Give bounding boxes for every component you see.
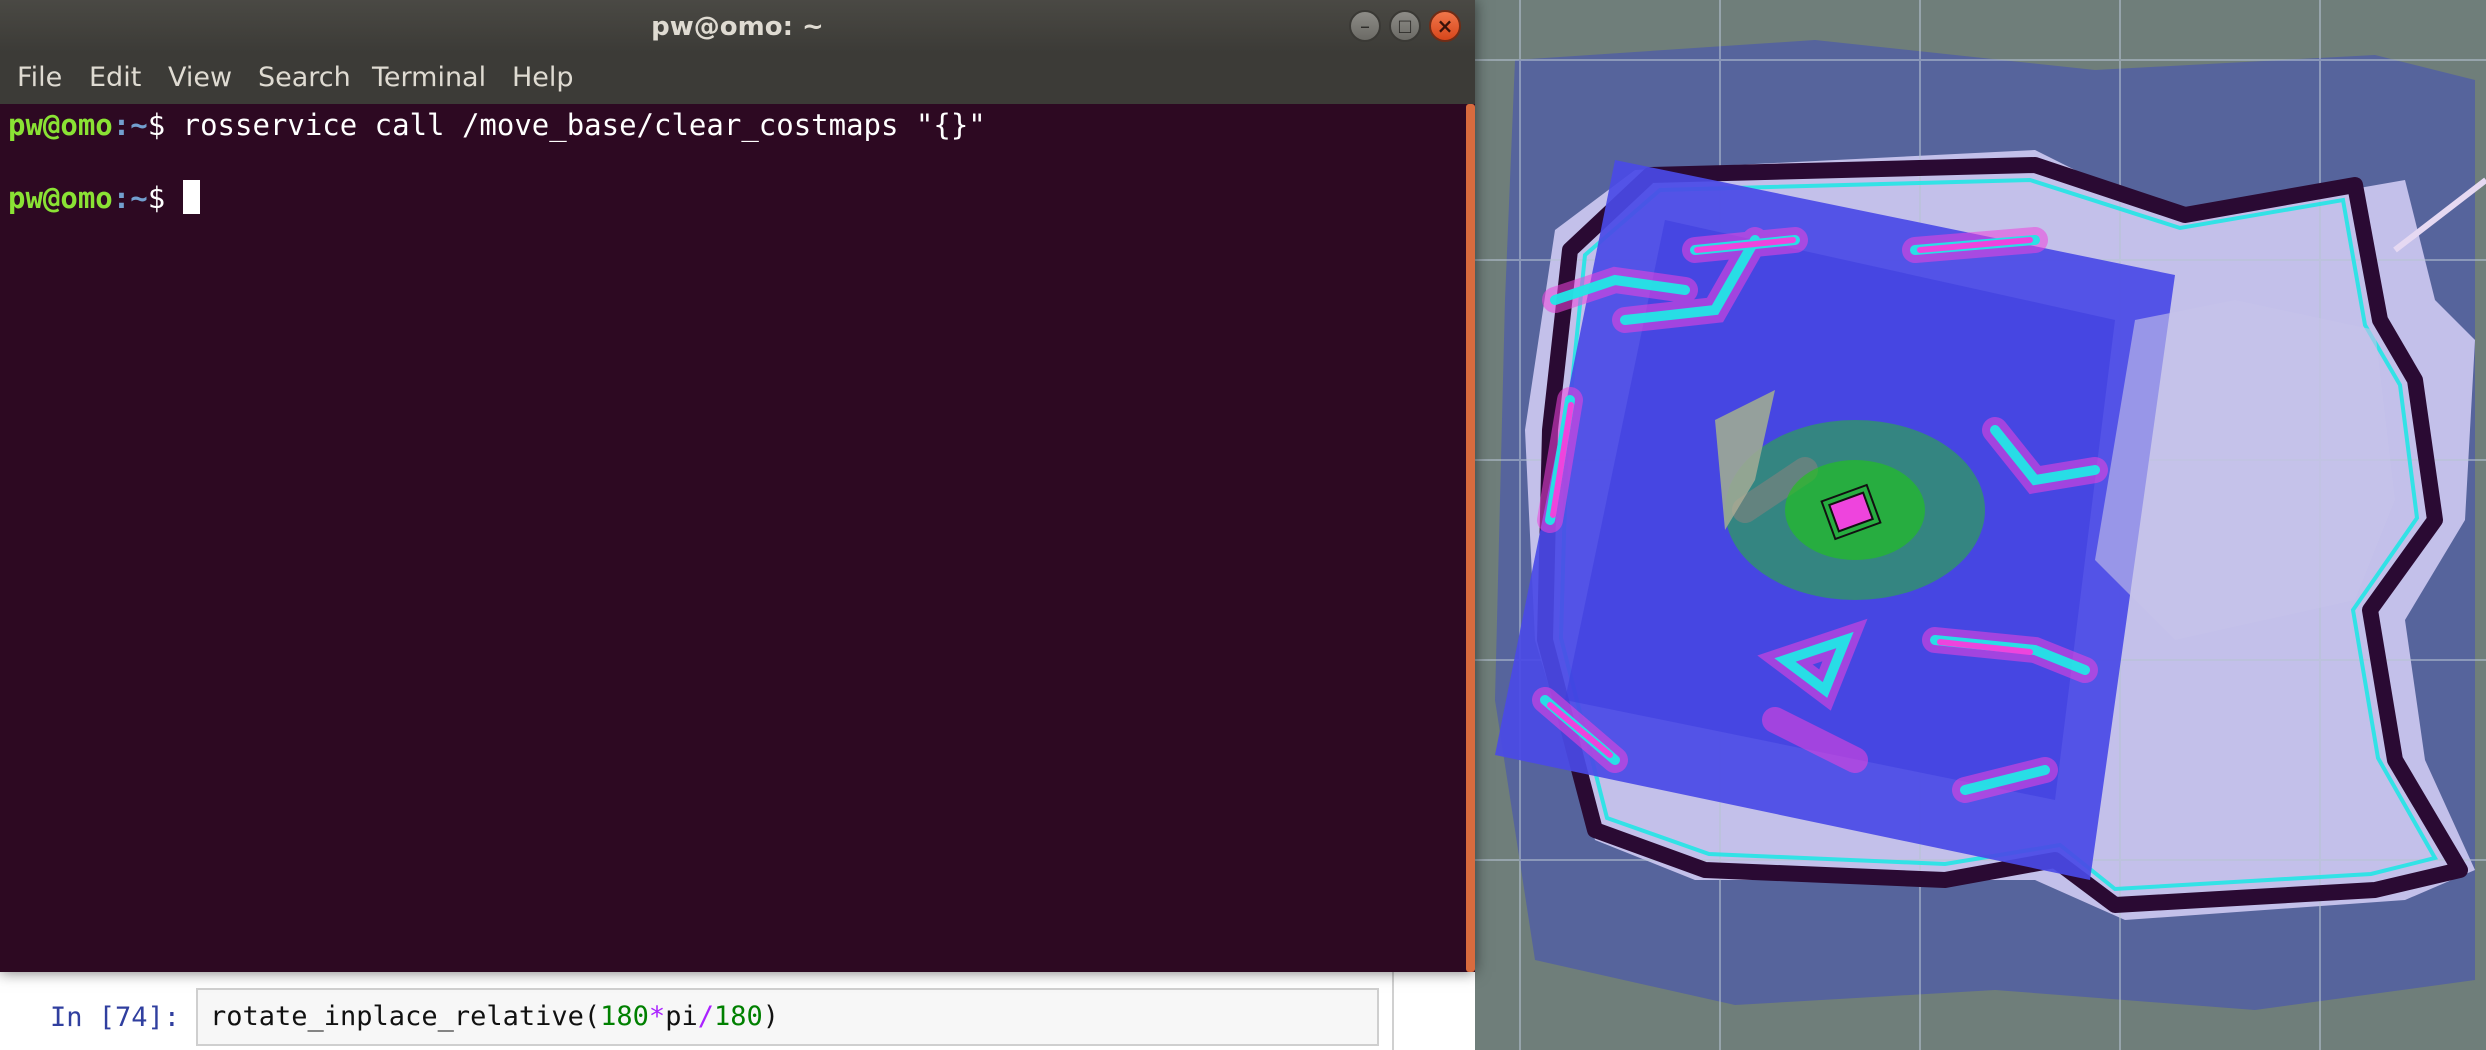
minimize-icon: – — [1360, 14, 1370, 38]
code-fn: rotate_inplace_relative( — [210, 1001, 601, 1032]
code-variable: pi — [665, 1001, 698, 1032]
menu-edit[interactable]: Edit — [89, 62, 141, 93]
scrollbar-thumb[interactable] — [1466, 104, 1475, 972]
menu-help[interactable]: Help — [512, 62, 574, 93]
code-operator: * — [648, 1001, 666, 1032]
menu-terminal[interactable]: Terminal — [372, 62, 486, 93]
maximize-button[interactable]: □ — [1389, 10, 1421, 42]
terminal-scrollbar[interactable] — [1466, 104, 1475, 972]
prompt-user-host: pw@omo — [8, 181, 113, 215]
maximize-icon: □ — [1397, 16, 1413, 35]
prompt-user-host: pw@omo — [8, 108, 113, 142]
map-canvas[interactable] — [1475, 0, 2486, 1050]
code-operator: / — [697, 1001, 714, 1032]
prompt-path: :~ — [112, 181, 148, 215]
menu-file[interactable]: File — [17, 62, 62, 93]
code-cell[interactable]: In [74]: rotate_inplace_relative(180*pi/… — [0, 980, 1400, 1050]
cell-input[interactable]: rotate_inplace_relative(180*pi/180) — [196, 988, 1379, 1046]
code-close: ) — [762, 1001, 780, 1032]
close-icon: × — [1436, 14, 1454, 38]
terminal-output[interactable]: pw@omo:~$ rosservice call /move_base/cle… — [0, 104, 1466, 972]
free-patch — [2095, 300, 2395, 640]
prompt-symbol: $ — [147, 181, 183, 215]
text-cursor — [182, 180, 200, 214]
prompt-path: :~ — [112, 108, 148, 142]
rviz-map-view[interactable] — [1475, 0, 2486, 1050]
close-button[interactable]: × — [1429, 10, 1461, 42]
prompt-symbol: $ — [147, 108, 183, 142]
code-number: 180 — [713, 1001, 763, 1032]
minimize-button[interactable]: – — [1349, 10, 1381, 42]
menu-search[interactable]: Search — [258, 62, 351, 93]
command-line: pw@omo:~$ — [8, 180, 200, 215]
window-titlebar[interactable]: pw@omo: ~ – □ × — [0, 0, 1475, 52]
menu-view[interactable]: View — [168, 62, 232, 93]
window-title: pw@omo: ~ — [651, 12, 824, 42]
cell-prompt: In [74]: — [50, 1002, 181, 1033]
terminal-window[interactable]: pw@omo: ~ – □ × File Edit View Search Te… — [0, 0, 1475, 972]
code-number: 180 — [600, 1001, 649, 1032]
command-text: rosservice call /move_base/clear_costmap… — [182, 108, 986, 142]
command-line: pw@omo:~$ rosservice call /move_base/cle… — [8, 108, 986, 142]
menu-bar: File Edit View Search Terminal Help — [0, 52, 1475, 104]
